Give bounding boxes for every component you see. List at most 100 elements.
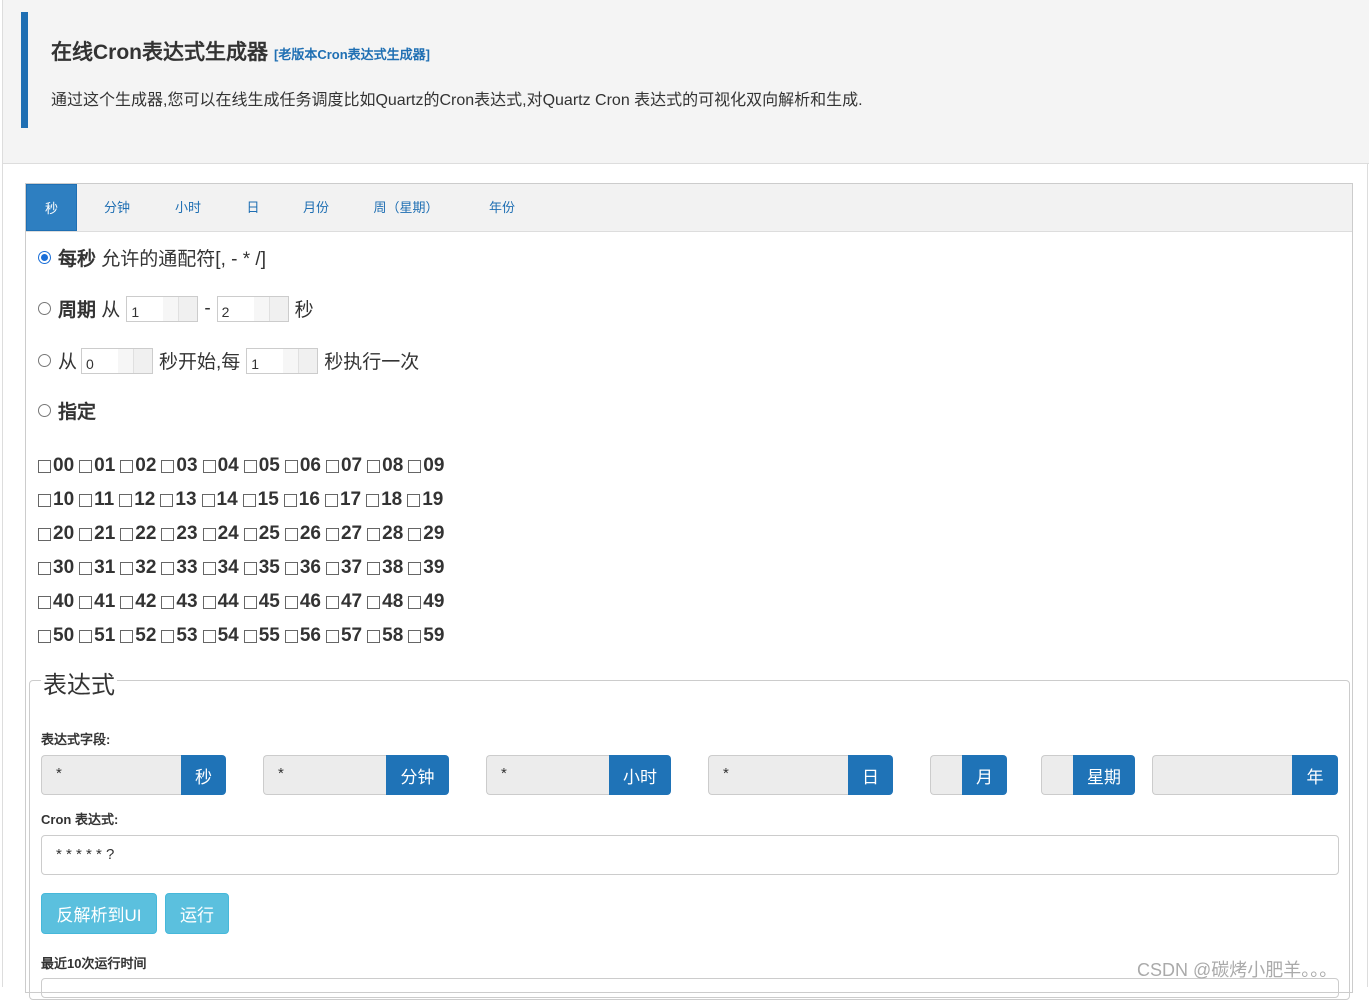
second-checkbox-item[interactable]: 43 (161, 591, 198, 613)
second-checkbox-item[interactable]: 11 (79, 489, 114, 511)
checkbox[interactable] (243, 527, 257, 541)
radio-specify[interactable] (38, 404, 51, 417)
second-checkbox-item[interactable]: 54 (202, 625, 239, 647)
field-minute-input[interactable]: * (263, 755, 386, 795)
checkbox[interactable] (284, 629, 298, 643)
checkbox[interactable] (161, 561, 175, 575)
checkbox[interactable] (324, 493, 338, 507)
checkbox[interactable] (79, 629, 93, 643)
tab-second[interactable]: 秒 (26, 184, 77, 231)
checkbox[interactable] (243, 629, 257, 643)
second-checkbox-item[interactable]: 46 (284, 591, 321, 613)
checkbox[interactable] (120, 459, 134, 473)
second-checkbox-item[interactable]: 56 (284, 625, 321, 647)
checkbox[interactable] (120, 629, 134, 643)
checkbox[interactable] (408, 595, 422, 609)
tab-day[interactable]: 日 (238, 184, 268, 231)
second-checkbox-item[interactable]: 12 (119, 489, 155, 511)
second-checkbox-item[interactable]: 07 (325, 455, 362, 477)
checkbox[interactable] (202, 527, 216, 541)
second-checkbox-item[interactable]: 19 (407, 489, 443, 511)
second-checkbox-item[interactable]: 40 (38, 591, 74, 613)
old-version-link[interactable]: [老版本Cron表达式生成器] (274, 47, 430, 62)
cron-expression-input[interactable]: * * * * * ? (41, 835, 1339, 875)
second-checkbox-item[interactable]: 41 (79, 591, 115, 613)
second-checkbox-item[interactable]: 06 (284, 455, 321, 477)
field-year-input[interactable] (1152, 755, 1292, 795)
checkbox[interactable] (161, 595, 175, 609)
second-checkbox-item[interactable]: 35 (243, 557, 280, 579)
second-checkbox-item[interactable]: 30 (38, 557, 74, 579)
second-checkbox-item[interactable]: 17 (324, 489, 361, 511)
checkbox[interactable] (161, 629, 175, 643)
field-week-input[interactable] (1041, 755, 1073, 795)
second-checkbox-item[interactable]: 16 (283, 489, 320, 511)
second-checkbox-item[interactable]: 15 (242, 489, 279, 511)
second-checkbox-item[interactable]: 04 (202, 455, 239, 477)
checkbox[interactable] (366, 493, 380, 507)
second-checkbox-item[interactable]: 10 (38, 489, 74, 511)
checkbox[interactable] (325, 595, 339, 609)
checkbox[interactable] (407, 493, 421, 507)
second-checkbox-item[interactable]: 44 (202, 591, 239, 613)
second-checkbox-item[interactable]: 31 (79, 557, 115, 579)
second-checkbox-item[interactable]: 20 (38, 523, 74, 545)
from-every-step-spinner[interactable]: 1 (246, 347, 319, 374)
checkbox[interactable] (201, 493, 215, 507)
second-checkbox-item[interactable]: 26 (284, 523, 321, 545)
second-checkbox-item[interactable]: 28 (367, 523, 403, 545)
checkbox[interactable] (160, 493, 174, 507)
checkbox[interactable] (202, 629, 216, 643)
checkbox[interactable] (202, 459, 216, 473)
field-second-input[interactable]: * (41, 755, 181, 795)
field-month-input[interactable] (930, 755, 962, 795)
checkbox[interactable] (367, 629, 381, 643)
checkbox[interactable] (202, 595, 216, 609)
tab-year[interactable]: 年份 (480, 184, 524, 231)
checkbox[interactable] (325, 629, 339, 643)
checkbox[interactable] (120, 561, 134, 575)
second-checkbox-item[interactable]: 49 (408, 591, 444, 613)
second-checkbox-item[interactable]: 51 (79, 625, 115, 647)
radio-period[interactable] (38, 302, 51, 315)
checkbox[interactable] (79, 493, 93, 507)
second-checkbox-item[interactable]: 32 (120, 557, 156, 579)
second-checkbox-item[interactable]: 36 (284, 557, 321, 579)
period-end-spinner[interactable]: 2 (216, 295, 289, 322)
second-checkbox-item[interactable]: 39 (408, 557, 444, 579)
second-checkbox-item[interactable]: 55 (243, 625, 280, 647)
checkbox[interactable] (408, 527, 422, 541)
second-checkbox-item[interactable]: 53 (161, 625, 198, 647)
second-checkbox-item[interactable]: 45 (243, 591, 280, 613)
second-checkbox-item[interactable]: 42 (120, 591, 156, 613)
checkbox[interactable] (38, 527, 51, 541)
checkbox[interactable] (367, 459, 381, 473)
second-checkbox-item[interactable]: 18 (366, 489, 402, 511)
checkbox[interactable] (283, 493, 297, 507)
tab-minute[interactable]: 分钟 (94, 184, 140, 231)
checkbox[interactable] (38, 459, 51, 473)
tab-hour[interactable]: 小时 (166, 184, 210, 231)
second-checkbox-item[interactable]: 58 (367, 625, 403, 647)
radio-from-every[interactable] (38, 354, 51, 367)
second-checkbox-item[interactable]: 24 (202, 523, 239, 545)
radio-every-second[interactable] (38, 251, 51, 264)
second-checkbox-item[interactable]: 09 (408, 455, 444, 477)
second-checkbox-item[interactable]: 23 (161, 523, 198, 545)
checkbox[interactable] (202, 561, 216, 575)
second-checkbox-item[interactable]: 47 (325, 591, 362, 613)
checkbox[interactable] (79, 595, 93, 609)
from-every-start-spinner[interactable]: 0 (81, 347, 154, 374)
reverse-parse-button[interactable]: 反解析到UI (41, 893, 157, 934)
second-checkbox-item[interactable]: 02 (120, 455, 156, 477)
run-button[interactable]: 运行 (165, 893, 229, 934)
checkbox[interactable] (243, 561, 257, 575)
checkbox[interactable] (161, 459, 175, 473)
checkbox[interactable] (284, 459, 298, 473)
second-checkbox-item[interactable]: 01 (79, 455, 115, 477)
second-checkbox-item[interactable]: 25 (243, 523, 280, 545)
checkbox[interactable] (243, 459, 257, 473)
checkbox[interactable] (325, 459, 339, 473)
period-start-spinner[interactable]: 1 (126, 295, 199, 322)
checkbox[interactable] (325, 561, 339, 575)
